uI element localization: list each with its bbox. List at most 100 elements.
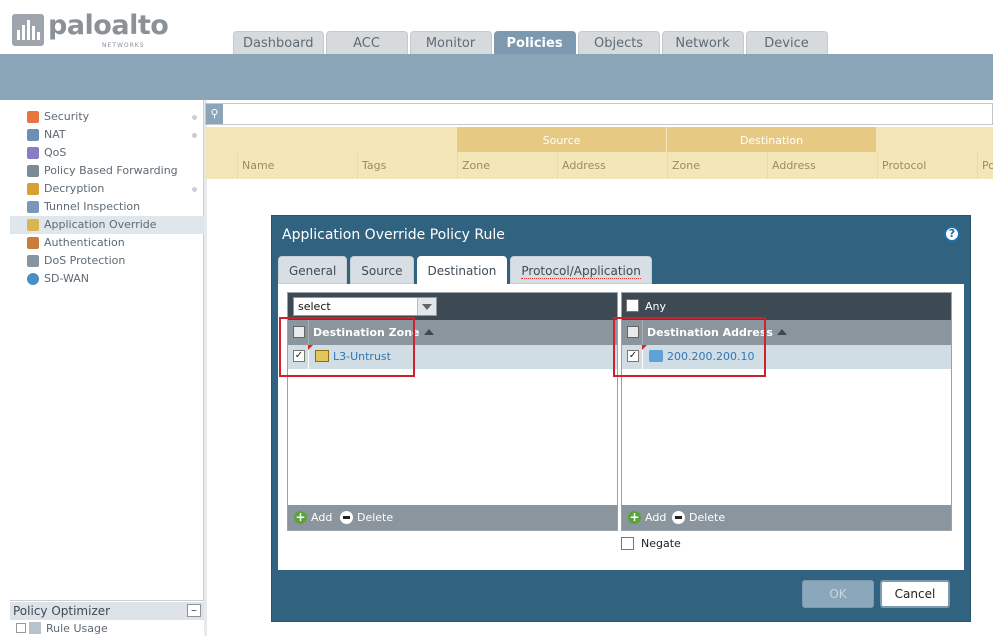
col-port[interactable]: Po bbox=[977, 153, 993, 179]
pbf-icon bbox=[27, 165, 39, 177]
tab-monitor[interactable]: Monitor bbox=[409, 31, 492, 54]
zone-highlight-box bbox=[279, 317, 415, 377]
col-destination-address[interactable]: Address bbox=[767, 153, 877, 179]
sidebar-resize-handle[interactable] bbox=[204, 100, 207, 636]
tab-destination[interactable]: Destination bbox=[416, 256, 508, 284]
help-icon[interactable]: ? bbox=[944, 226, 960, 242]
zone-select[interactable]: select bbox=[293, 297, 437, 316]
tab-policies[interactable]: Policies bbox=[493, 31, 576, 54]
sidebar-item-label: DoS Protection bbox=[44, 254, 126, 267]
collapse-icon[interactable]: – bbox=[187, 604, 201, 617]
search-icon[interactable]: ⚲ bbox=[206, 104, 223, 124]
negate-label: Negate bbox=[641, 537, 681, 550]
col-source-zone[interactable]: Zone bbox=[457, 153, 557, 179]
address-panel-toolbar: Any bbox=[622, 293, 951, 320]
col-source-address[interactable]: Address bbox=[557, 153, 667, 179]
sidebar-item-label: Authentication bbox=[44, 236, 125, 249]
negate-option[interactable]: Negate bbox=[621, 536, 681, 552]
tree-toggle-icon[interactable] bbox=[16, 623, 26, 633]
authentication-icon bbox=[27, 237, 39, 249]
sidebar-item-nat[interactable]: NAT bbox=[10, 126, 204, 144]
tab-device[interactable]: Device bbox=[745, 31, 828, 54]
add-zone-button[interactable]: + Add bbox=[294, 510, 332, 525]
any-label: Any bbox=[645, 300, 667, 313]
ok-button[interactable]: OK bbox=[802, 580, 874, 608]
rule-usage-item[interactable]: Rule Usage bbox=[16, 622, 108, 635]
tab-objects[interactable]: Objects bbox=[577, 31, 660, 54]
qos-icon bbox=[27, 147, 39, 159]
zone-panel-footer: + Add Delete bbox=[288, 505, 617, 530]
status-dot bbox=[192, 133, 197, 138]
decryption-icon bbox=[27, 183, 39, 195]
sidebar-item-label: Tunnel Inspection bbox=[44, 200, 141, 213]
nat-icon bbox=[27, 129, 39, 141]
group-destination: Destination bbox=[667, 127, 876, 152]
policy-optimizer-panel: Policy Optimizer – Rule Usage bbox=[10, 600, 204, 637]
negate-checkbox[interactable] bbox=[621, 537, 634, 550]
cancel-button[interactable]: Cancel bbox=[880, 580, 950, 608]
group-source: Source bbox=[457, 127, 666, 152]
dialog-tabs: General Source Destination Protocol/Appl… bbox=[278, 256, 652, 284]
tab-source[interactable]: Source bbox=[350, 256, 414, 284]
top-header: paloalto NETWORKS Dashboard ACC Monitor … bbox=[0, 0, 993, 54]
sidebar-item-label: NAT bbox=[44, 128, 66, 141]
col-destination-zone[interactable]: Zone bbox=[667, 153, 767, 179]
status-dot bbox=[192, 115, 197, 120]
app-override-icon bbox=[27, 219, 39, 231]
sidebar-item-label: QoS bbox=[44, 146, 67, 159]
sidebar-item-application-override[interactable]: Application Override bbox=[10, 216, 204, 234]
delete-icon bbox=[340, 511, 353, 524]
filter-bar[interactable]: ⚲ bbox=[205, 103, 993, 125]
zone-panel-toolbar: select bbox=[288, 293, 617, 320]
sidebar-item-label: Policy Based Forwarding bbox=[44, 164, 178, 177]
brand-name: paloalto bbox=[48, 10, 169, 41]
add-icon: + bbox=[628, 510, 641, 524]
tab-dashboard[interactable]: Dashboard bbox=[233, 31, 324, 54]
address-panel-footer: + Add Delete bbox=[622, 505, 951, 530]
logo-mark-icon bbox=[12, 14, 44, 46]
sidebar-item-tunnel-inspection[interactable]: Tunnel Inspection bbox=[10, 198, 204, 216]
sidebar-item-security[interactable]: Security bbox=[10, 108, 204, 126]
any-checkbox[interactable] bbox=[626, 299, 639, 312]
sidebar-item-sd-wan[interactable]: SD-WAN bbox=[10, 270, 204, 288]
sidebar-item-pbf[interactable]: Policy Based Forwarding bbox=[10, 162, 204, 180]
rule-usage-label: Rule Usage bbox=[46, 622, 108, 635]
sidebar-item-qos[interactable]: QoS bbox=[10, 144, 204, 162]
sidebar-item-label: Decryption bbox=[44, 182, 105, 195]
sidebar-item-label: Application Override bbox=[44, 218, 157, 231]
main-tabs: Dashboard ACC Monitor Policies Objects N… bbox=[233, 31, 828, 54]
dialog-title: Application Override Policy Rule bbox=[282, 227, 505, 243]
sort-asc-icon[interactable] bbox=[776, 329, 787, 335]
add-icon: + bbox=[294, 510, 307, 524]
policies-sidebar: Security NAT QoS Policy Based Forwarding… bbox=[10, 100, 204, 600]
tunnel-icon bbox=[27, 201, 39, 213]
delete-icon bbox=[672, 511, 685, 524]
chevron-down-icon[interactable] bbox=[417, 298, 436, 315]
policy-optimizer-header[interactable]: Policy Optimizer – bbox=[10, 602, 204, 620]
sidebar-item-label: SD-WAN bbox=[44, 272, 90, 285]
rule-usage-icon bbox=[29, 622, 41, 634]
dos-icon bbox=[27, 255, 39, 267]
policy-optimizer-title: Policy Optimizer bbox=[13, 604, 111, 618]
sidebar-item-decryption[interactable]: Decryption bbox=[10, 180, 204, 198]
tab-label: Protocol/Application bbox=[521, 264, 641, 279]
add-address-button[interactable]: + Add bbox=[628, 510, 666, 525]
tab-network[interactable]: Network bbox=[661, 31, 744, 54]
toolbar-band bbox=[0, 54, 993, 100]
sort-asc-icon[interactable] bbox=[423, 329, 434, 335]
tab-acc[interactable]: ACC bbox=[325, 31, 408, 54]
col-tags[interactable]: Tags bbox=[357, 153, 457, 179]
delete-address-button[interactable]: Delete bbox=[672, 510, 725, 525]
col-name[interactable]: Name bbox=[237, 153, 357, 179]
sidebar-item-dos-protection[interactable]: DoS Protection bbox=[10, 252, 204, 270]
delete-zone-button[interactable]: Delete bbox=[340, 510, 393, 525]
sidebar-item-authentication[interactable]: Authentication bbox=[10, 234, 204, 252]
col-protocol[interactable]: Protocol bbox=[877, 153, 977, 179]
tab-protocol-application[interactable]: Protocol/Application bbox=[510, 256, 652, 284]
sdwan-icon bbox=[27, 273, 39, 285]
zone-select-value: select bbox=[298, 300, 331, 313]
address-highlight-box bbox=[613, 317, 766, 377]
status-dot bbox=[192, 187, 197, 192]
brand-sub: NETWORKS bbox=[102, 42, 145, 49]
tab-general[interactable]: General bbox=[278, 256, 348, 284]
